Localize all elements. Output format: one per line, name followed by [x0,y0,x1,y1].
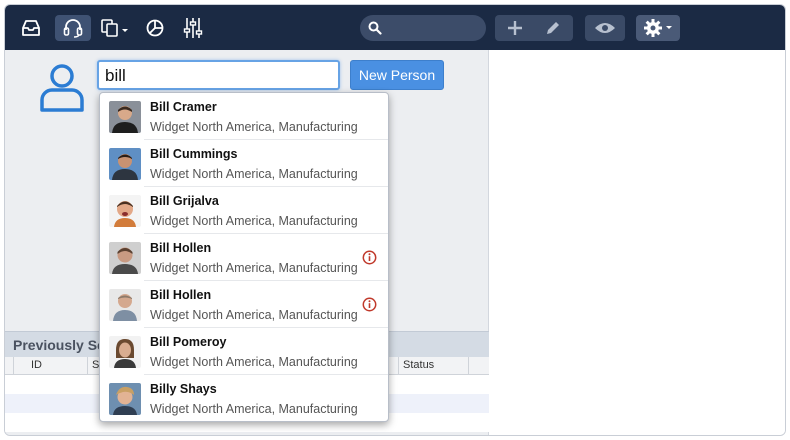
result-name: Bill Pomeroy [150,335,227,349]
headset-icon [63,19,83,38]
column-header-id[interactable]: ID [31,359,42,371]
avatar [109,101,141,133]
toolbar [5,5,785,50]
result-company: Widget North America, Manufacturing [150,355,358,369]
result-company: Widget North America, Manufacturing [150,167,358,181]
copy-dropdown-button[interactable] [97,15,133,41]
toolbar-search[interactable] [360,15,486,41]
pencil-icon [547,22,559,34]
result-company: Widget North America, Manufacturing [150,308,358,322]
right-pane [489,50,785,435]
result-company: Widget North America, Manufacturing [150,402,358,416]
edit-actions-group [495,15,573,41]
result-item[interactable]: Bill Hollen Widget North America, Manufa… [100,234,388,281]
avatar [109,148,141,180]
headset-button[interactable] [55,15,91,41]
avatar [109,383,141,415]
gear-dropdown-icon [644,19,672,37]
search-results-dropdown: Bill Cramer Widget North America, Manufa… [99,92,389,422]
avatar [109,289,141,321]
sliders-icon [183,18,203,38]
warning-icon[interactable] [362,297,377,312]
result-item[interactable]: Billy Shays Widget North America, Manufa… [100,375,388,422]
result-name: Bill Grijalva [150,194,219,208]
result-item[interactable]: Bill Cramer Widget North America, Manufa… [100,93,388,140]
avatar [109,195,141,227]
result-item[interactable]: Bill Grijalva Widget North America, Manu… [100,187,388,234]
add-button[interactable] [499,15,531,41]
edit-button[interactable] [537,15,569,41]
plus-icon [508,21,522,35]
result-company: Widget North America, Manufacturing [150,120,358,134]
eye-icon [595,23,615,33]
pie-chart-icon [146,19,164,37]
app-window: bill New Person Previously Se ID S Statu… [4,4,786,436]
search-icon [368,21,382,35]
settings-sliders-button[interactable] [177,15,209,41]
result-name: Bill Hollen [150,288,212,302]
result-company: Widget North America, Manufacturing [150,214,358,228]
warning-icon[interactable] [362,250,377,265]
result-name: Bill Hollen [150,241,212,255]
person-search-input[interactable]: bill [97,60,340,90]
result-item[interactable]: Bill Cummings Widget North America, Manu… [100,140,388,187]
result-name: Billy Shays [150,382,217,396]
new-person-button[interactable]: New Person [350,60,444,90]
inbox-icon [22,20,40,36]
reports-button[interactable] [139,15,171,41]
result-name: Bill Cramer [150,100,217,114]
gear-dropdown-button[interactable] [636,15,680,41]
copy-dropdown-icon [101,19,128,37]
person-icon [40,64,84,112]
result-item[interactable]: Bill Hollen Widget North America, Manufa… [100,281,388,328]
result-name: Bill Cummings [150,147,238,161]
view-button[interactable] [585,15,625,41]
inbox-button[interactable] [15,15,47,41]
result-item[interactable]: Bill Pomeroy Widget North America, Manuf… [100,328,388,375]
column-header-status[interactable]: Status [403,359,434,371]
result-company: Widget North America, Manufacturing [150,261,358,275]
avatar [109,336,141,368]
avatar [109,242,141,274]
